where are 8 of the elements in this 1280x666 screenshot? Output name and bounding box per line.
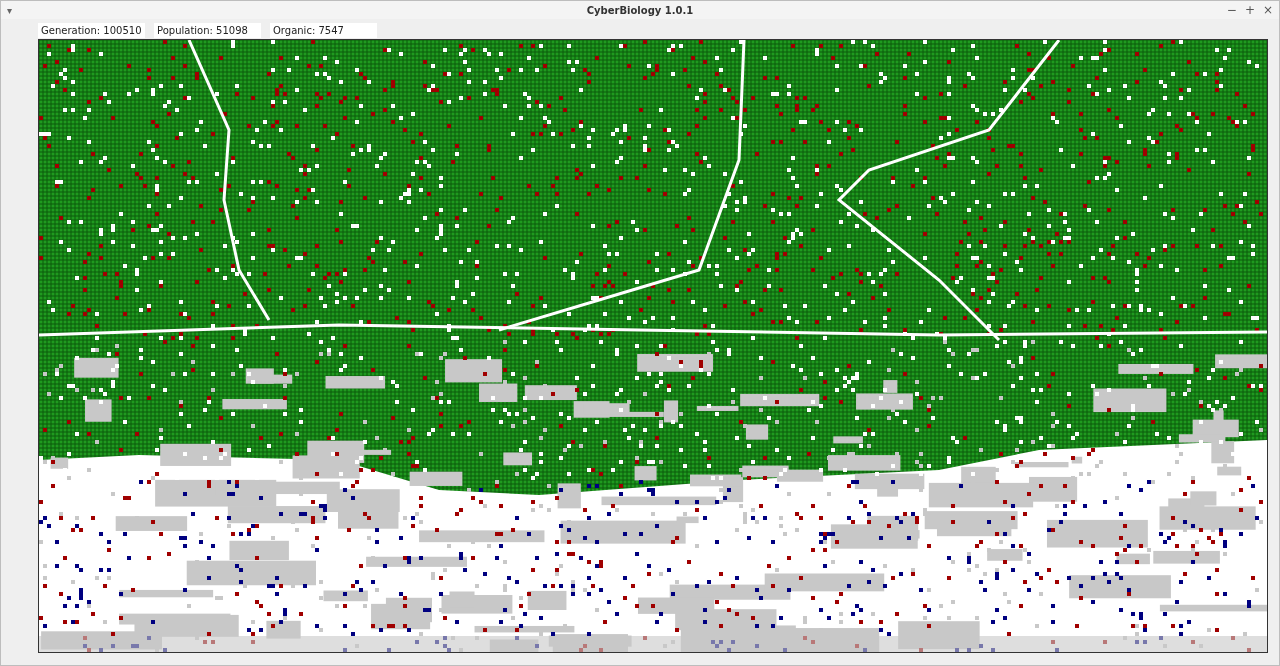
window-title: CyberBiology 1.0.1 [586,4,694,16]
window-menu-button[interactable]: ▾ [7,4,13,16]
window-control-button[interactable]: + [1244,4,1255,16]
window-control-button[interactable]: − [1226,4,1237,16]
window-control-button[interactable]: × [1262,4,1273,16]
stat-label: Organic: 7547 [270,23,377,38]
stat-label: Population: 51098 [154,23,261,38]
stat-label: Generation: 100510 [38,23,145,38]
